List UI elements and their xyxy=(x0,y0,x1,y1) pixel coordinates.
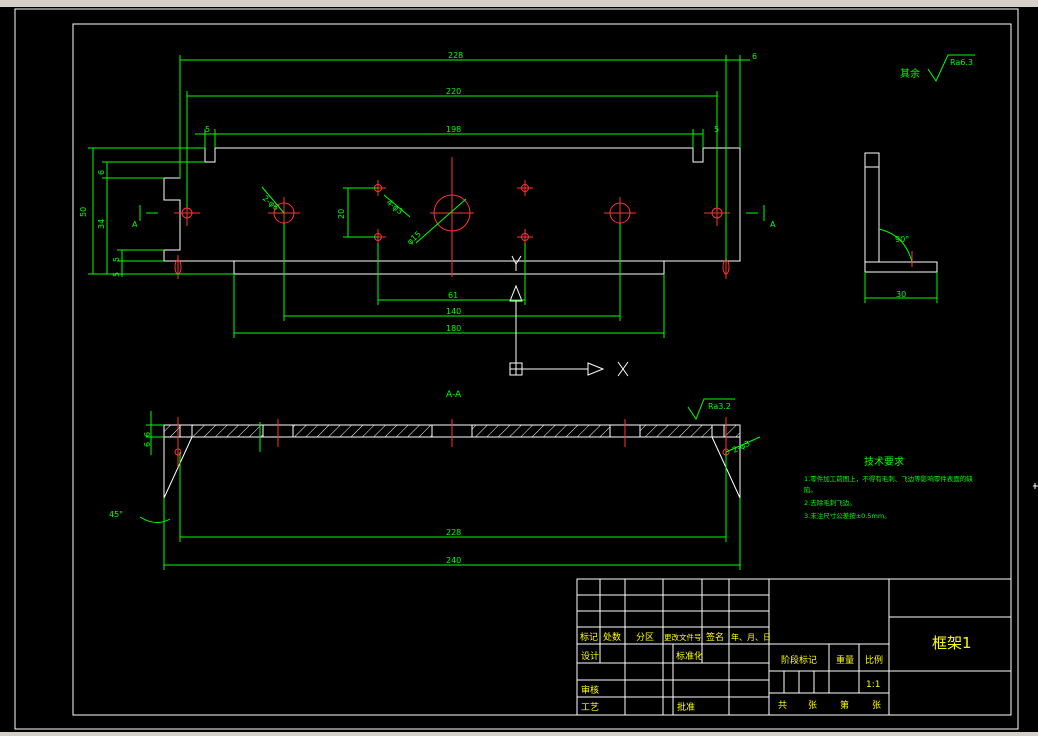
tech-requirements: 技术要求 1.零件加工前图上，不得有毛刺、飞边等影响零件表面的缺 陷。 2.去除… xyxy=(804,455,973,520)
section-title: A-A xyxy=(446,390,462,400)
front-dimensions xyxy=(88,55,750,338)
dim-90deg: 90° xyxy=(895,235,909,244)
dim-5-b: 5 xyxy=(112,272,121,277)
tech-line-1: 1.零件加工前图上，不得有毛刺、飞边等影响零件表面的缺 xyxy=(804,474,973,483)
dim-228-top: 228 xyxy=(448,51,463,60)
dim-220: 220 xyxy=(446,87,461,96)
tb-zone: 分区 xyxy=(636,632,654,643)
dim-50: 50 xyxy=(79,207,88,217)
section-label-a-right: A xyxy=(770,220,776,229)
roughness-other-label: 其余 xyxy=(900,67,920,80)
tb-total: 共 xyxy=(778,700,787,711)
tb-mark: 标记 xyxy=(580,631,598,643)
top-toolbar-strip xyxy=(0,0,1038,7)
tb-part-name: 框架1 xyxy=(932,634,972,652)
dim-30-side: 30 xyxy=(896,290,906,299)
dim-20: 20 xyxy=(337,209,346,219)
tb-page-unit: 张 xyxy=(872,700,881,711)
dim-sec-chamfer: 2-φ3 xyxy=(731,439,751,455)
dim-phi15: φ15 xyxy=(405,229,423,246)
tb-doc: 更改文件号 xyxy=(664,632,702,642)
tb-stage: 阶段标记 xyxy=(781,654,817,666)
dim-5-a: 5 xyxy=(112,257,121,262)
tb-review: 审核 xyxy=(581,684,599,696)
dim-sec-6b: 6 xyxy=(143,432,152,437)
cursor-crosshair xyxy=(1033,483,1038,489)
dim-sec-240: 240 xyxy=(446,556,461,565)
front-dim-text: 228 6 220 5 198 5 50 6 34 5 5 20 61 140 … xyxy=(79,51,776,333)
dim-34: 34 xyxy=(97,219,106,229)
tb-weight: 重量 xyxy=(836,654,854,666)
dim-sec-6a: 6 xyxy=(143,442,152,447)
tb-process: 工艺 xyxy=(581,702,599,713)
dim-6-top: 6 xyxy=(752,52,757,61)
tb-page: 第 xyxy=(840,699,849,711)
tb-standard: 标准化 xyxy=(676,650,703,662)
section-view: A-A 6 6 45° 228 240 2-φ3 Ra3.2 xyxy=(109,390,761,570)
front-view: 228 6 220 5 198 5 50 6 34 5 5 20 61 140 … xyxy=(79,51,776,338)
dim-61: 61 xyxy=(448,291,458,300)
dim-4-phi3: 4-φ3 xyxy=(385,198,405,217)
bottom-command-strip xyxy=(0,732,1038,736)
tb-scale-value: 1:1 xyxy=(866,680,880,690)
tb-date: 年、月、日 xyxy=(731,632,771,642)
dim-198: 198 xyxy=(446,125,461,134)
roughness-other: 其余 Ra6.3 xyxy=(900,54,975,83)
roughness-other-value: Ra6.3 xyxy=(950,58,973,67)
dim-sec-228: 228 xyxy=(446,528,461,537)
drawing-canvas[interactable]: 228 6 220 5 198 5 50 6 34 5 5 20 61 140 … xyxy=(0,7,1038,732)
tb-design: 设计 xyxy=(581,650,599,662)
cad-drawing: 228 6 220 5 198 5 50 6 34 5 5 20 61 140 … xyxy=(14,8,1038,730)
tb-approve: 批准 xyxy=(677,701,695,713)
dim-5-left: 5 xyxy=(205,125,210,134)
section-label-a-left: A xyxy=(132,220,138,229)
tb-scale: 比例 xyxy=(865,654,883,666)
tech-line-2: 2.去除毛刺飞边。 xyxy=(804,498,856,507)
title-block: 标记 处数 分区 更改文件号 签名 年、月、日 设计 标准化 审核 工艺 批准 … xyxy=(576,578,1012,716)
tb-sheets: 张 xyxy=(808,700,817,711)
dim-6-left: 6 xyxy=(97,170,106,175)
tb-sign: 签名 xyxy=(706,631,724,643)
tb-count: 处数 xyxy=(603,631,621,643)
side-view: 30 90° xyxy=(864,152,938,303)
roughness-section-value: Ra3.2 xyxy=(708,402,731,411)
dim-5-right: 5 xyxy=(714,125,719,134)
dim-45deg: 45° xyxy=(109,510,123,519)
tech-line-1b: 陷。 xyxy=(804,485,817,494)
dim-2-phi6: 2-φ6 xyxy=(261,194,281,213)
tech-line-3: 3.未注尺寸公差按±0.5mm。 xyxy=(804,511,891,520)
dim-140: 140 xyxy=(446,307,461,316)
dim-180: 180 xyxy=(446,324,461,333)
tech-title: 技术要求 xyxy=(864,455,904,468)
